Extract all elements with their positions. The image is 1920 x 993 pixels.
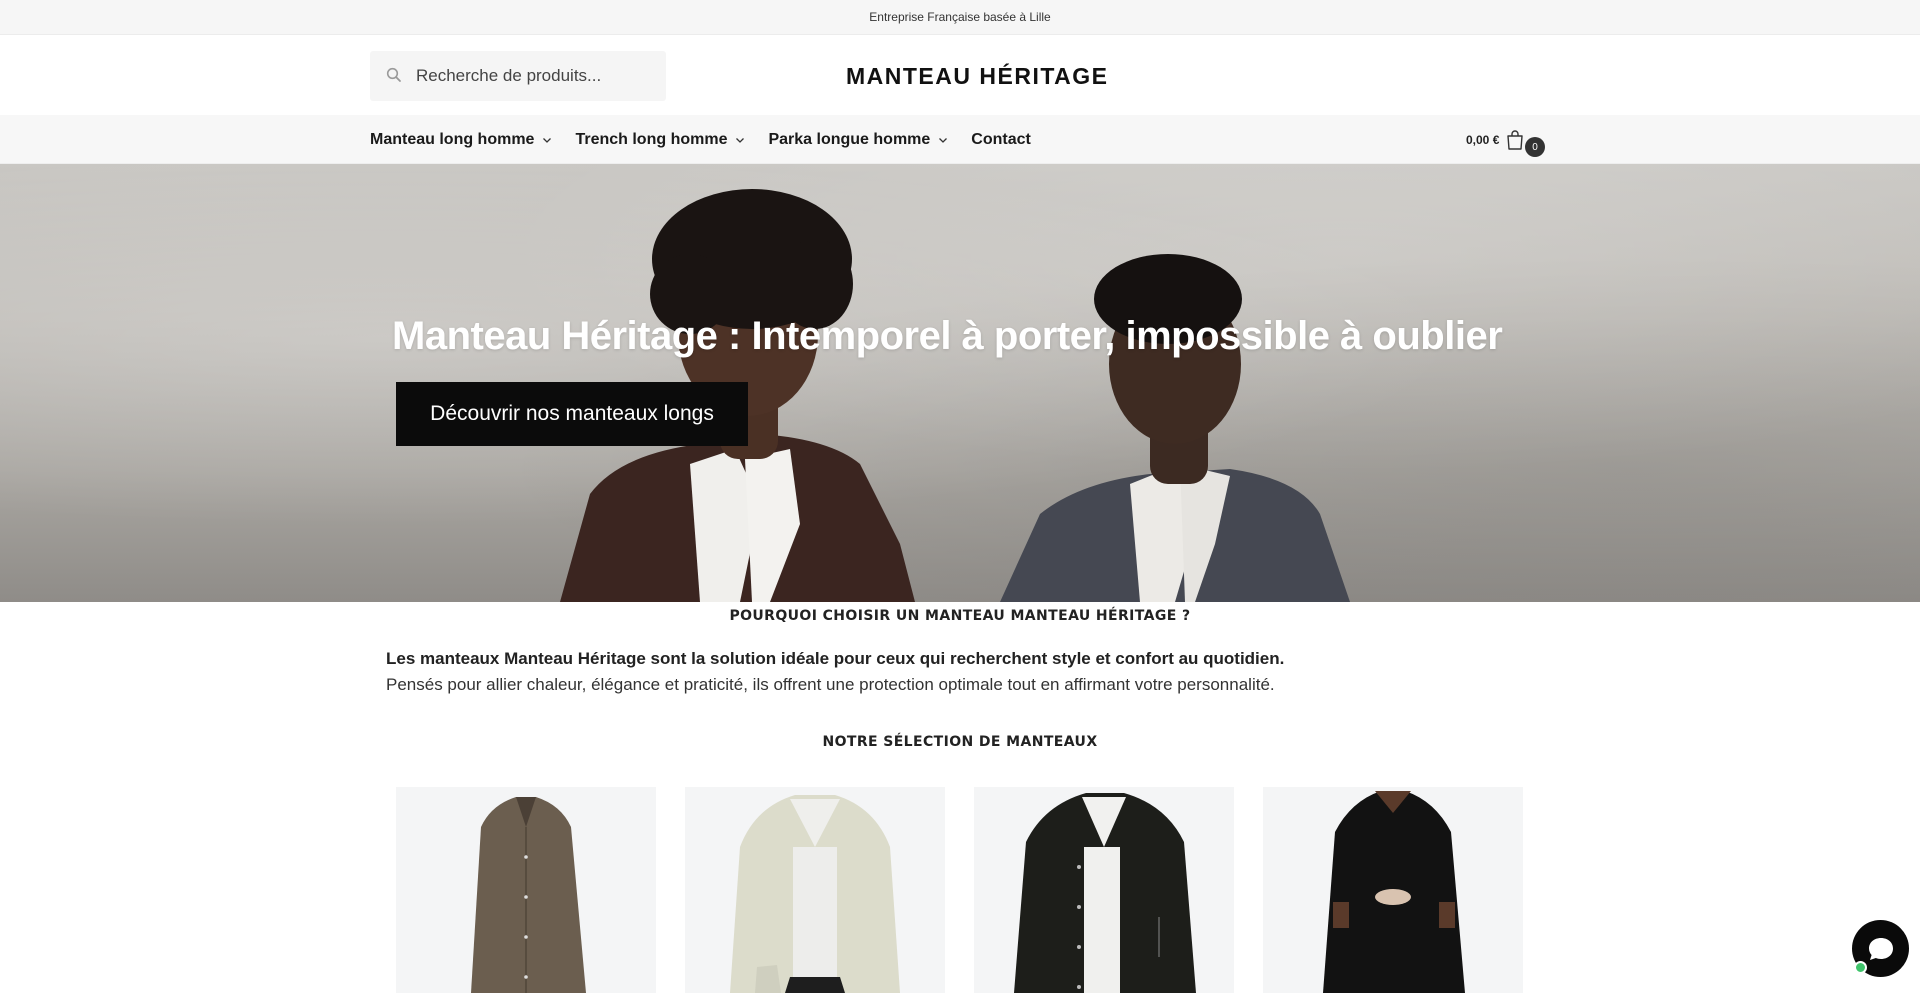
product-card-brown-long-coat[interactable] xyxy=(396,787,656,993)
product-image xyxy=(1014,793,1196,993)
chevron-down-icon xyxy=(543,137,552,143)
search-input[interactable] xyxy=(416,66,656,86)
chevron-down-icon xyxy=(736,137,745,143)
product-image xyxy=(1323,791,1465,993)
nav-item-label: Contact xyxy=(971,130,1031,148)
hero-title: Manteau Héritage : Intemporel à porter, … xyxy=(392,314,1503,358)
why-section-text: Les manteaux Manteau Héritage sont la so… xyxy=(386,646,1586,698)
cart-button[interactable]: 0,00 € xyxy=(1466,126,1525,154)
hero-image-models xyxy=(560,189,1350,602)
product-grid xyxy=(396,787,1552,993)
discover-coats-button[interactable]: Découvrir nos manteaux longs xyxy=(396,382,748,446)
nav-item-label: Manteau long homme xyxy=(370,130,535,148)
nav-item-manteau-long-homme[interactable]: Manteau long homme xyxy=(370,131,553,149)
main-navigation: Manteau long homme Trench long homme Par… xyxy=(0,115,1920,164)
chat-online-indicator xyxy=(1854,961,1867,974)
nav-item-label: Parka longue homme xyxy=(768,130,931,148)
hero-banner: Manteau Héritage : Intemporel à porter, … xyxy=(0,164,1920,602)
product-card-black-jacket[interactable] xyxy=(974,787,1234,993)
product-image xyxy=(730,795,900,993)
shopping-bag-icon xyxy=(1505,129,1525,151)
search-box[interactable] xyxy=(370,51,666,101)
nav-item-label: Trench long homme xyxy=(575,130,728,148)
cart-count-badge: 0 xyxy=(1525,137,1545,157)
product-image xyxy=(471,797,586,993)
nav-item-trench-long-homme[interactable]: Trench long homme xyxy=(575,131,746,149)
search-icon xyxy=(386,67,404,85)
chat-icon xyxy=(1868,937,1893,960)
announcement-bar: Entreprise Française basée à Lille xyxy=(0,0,1920,35)
why-section-title: POURQUOI CHOISIR UN MANTEAU MANTEAU HÉRI… xyxy=(729,608,1191,624)
site-header: MANTEAU HÉRITAGE xyxy=(0,35,1920,115)
product-card-black-long-coat[interactable] xyxy=(1263,787,1523,993)
nav-item-contact[interactable]: Contact xyxy=(971,131,1031,149)
why-line-1: Les manteaux Manteau Héritage sont la so… xyxy=(386,649,1285,668)
nav-item-parka-longue-homme[interactable]: Parka longue homme xyxy=(768,131,949,149)
product-card-cream-jacket[interactable] xyxy=(685,787,945,993)
announcement-text: Entreprise Française basée à Lille xyxy=(869,10,1051,24)
why-line-2: Pensés pour allier chaleur, élégance et … xyxy=(386,675,1275,694)
cart-total: 0,00 € xyxy=(1466,133,1500,147)
brand-logo[interactable]: MANTEAU HÉRITAGE xyxy=(846,63,1109,90)
chevron-down-icon xyxy=(939,137,948,143)
selection-title: NOTRE SÉLECTION DE MANTEAUX xyxy=(822,734,1098,750)
